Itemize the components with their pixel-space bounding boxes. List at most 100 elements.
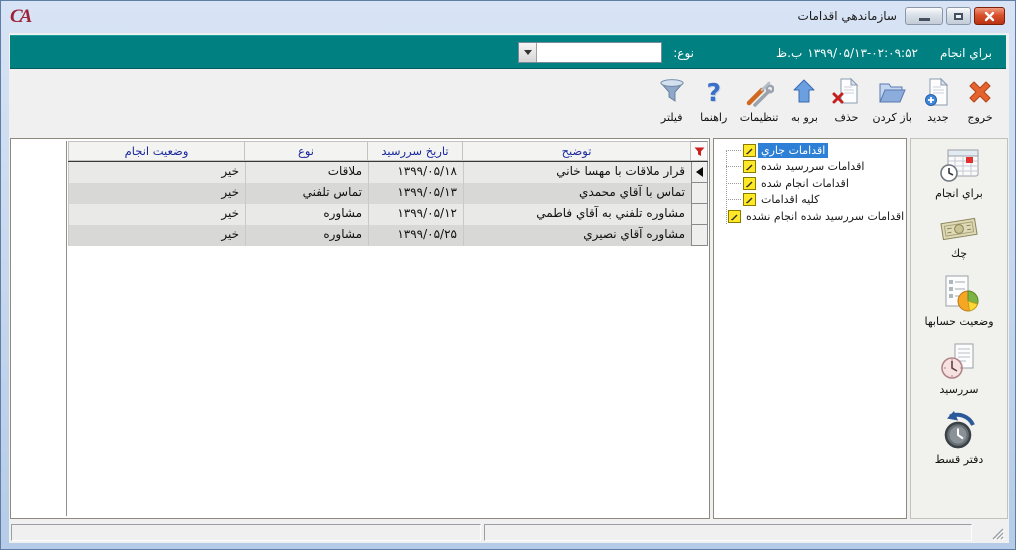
open-folder-icon (876, 76, 908, 108)
column-header-due-date[interactable]: تاريخ سررسيد (368, 141, 463, 161)
note-icon (743, 193, 756, 206)
goto-arrow-icon (788, 76, 820, 108)
banknote-icon (937, 213, 981, 245)
cell-due-date[interactable]: ۱۳۹۹/۰۵/۱۲ (368, 204, 463, 225)
filter-funnel-small-icon (694, 146, 705, 157)
header-bar: براي انجام ب.ظ ۱۳۹۹/۰۵/۱۳-۰۲:۰۹:۵۲ نوع: (10, 35, 1006, 69)
sidebar-item-due[interactable]: سررسيد (937, 341, 981, 396)
delete-icon (830, 76, 862, 108)
filter-button[interactable]: فيلتر (651, 74, 693, 126)
table-row[interactable]: تماس با آقاي محمدي ۱۳۹۹/۰۵/۱۳ تماس تلفني… (68, 183, 708, 204)
chevron-down-icon (524, 50, 532, 55)
combobox-dropdown-button[interactable] (519, 43, 537, 62)
document-clock-icon (937, 341, 981, 381)
datetime-label: ب.ظ ۱۳۹۹/۰۵/۱۳-۰۲:۰۹:۵۲ (776, 46, 918, 60)
cell-due-date[interactable]: ۱۳۹۹/۰۵/۲۵ (368, 225, 463, 246)
row-indicator (691, 225, 708, 246)
tasks-grid: توضيح تاريخ سررسيد نوع وضعيت انجام قرار … (68, 141, 708, 246)
resize-grip[interactable] (991, 527, 1005, 541)
window-title: سازماندهي اقدامات (798, 9, 897, 23)
goto-button[interactable]: برو به (783, 74, 825, 126)
close-icon (984, 11, 995, 22)
cell-due-date[interactable]: ۱۳۹۹/۰۵/۱۸ (368, 162, 463, 183)
type-label: نوع: (673, 46, 694, 60)
column-header-type[interactable]: نوع (245, 141, 368, 161)
tasks-grid-panel: توضيح تاريخ سررسيد نوع وضعيت انجام قرار … (10, 138, 710, 519)
column-header-status[interactable]: وضعيت انجام (68, 141, 245, 161)
tree-trunk-line (726, 151, 727, 224)
current-row-triangle-icon (696, 167, 703, 177)
minimize-icon (919, 18, 930, 21)
current-row-indicator (691, 162, 708, 183)
row-indicator (691, 183, 708, 204)
datetime-ampm: ب.ظ (776, 46, 802, 60)
clock-history-icon (937, 409, 981, 451)
close-button[interactable] (974, 7, 1005, 25)
delete-button[interactable]: حذف (825, 74, 867, 126)
status-segment-right (484, 524, 972, 541)
cell-due-date[interactable]: ۱۳۹۹/۰۵/۱۳ (368, 183, 463, 204)
table-row[interactable]: قرار ملاقات با مهسا خاني ۱۳۹۹/۰۵/۱۸ ملاق… (68, 162, 708, 183)
cell-status[interactable]: خير (68, 225, 245, 246)
note-icon (743, 144, 756, 157)
table-row[interactable]: مشاوره تلفني به آقاي فاطمي ۱۳۹۹/۰۵/۱۲ مش… (68, 204, 708, 225)
tree-item-due-not-done[interactable]: اقدامات سررسيد شده انجام نشده (717, 208, 903, 225)
cell-description[interactable]: مشاوره تلفني به آقاي فاطمي (463, 204, 691, 225)
filter-funnel-icon (656, 76, 688, 108)
cell-description[interactable]: قرار ملاقات با مهسا خاني (463, 162, 691, 183)
app-logo: CA (10, 6, 29, 28)
accounts-pie-icon (937, 273, 981, 313)
cell-status[interactable]: خير (68, 162, 245, 183)
type-combobox[interactable] (518, 42, 662, 63)
tree-item-due-actions[interactable]: اقدامات سررسيد شده (717, 159, 903, 176)
toolbar: خروج جديد باز كردن حذف برو به (10, 69, 1006, 138)
help-button[interactable]: ? راهنما (693, 74, 735, 126)
title-bar[interactable]: CA سازماندهي اقدامات (1, 1, 1015, 33)
grid-left-border-line (66, 141, 67, 516)
maximize-icon (954, 13, 963, 20)
open-button[interactable]: باز كردن (867, 74, 917, 126)
note-icon (743, 177, 756, 190)
datetime-digits: ۱۳۹۹/۰۵/۱۳-۰۲:۰۹:۵۲ (807, 46, 918, 60)
note-icon (743, 160, 756, 173)
type-combobox-value[interactable] (537, 43, 661, 62)
grid-filter-header-cell[interactable] (691, 141, 708, 161)
grid-header-row: توضيح تاريخ سررسيد نوع وضعيت انجام (68, 141, 708, 162)
cell-description[interactable]: مشاوره آقاي نصيري (463, 225, 691, 246)
minimize-button[interactable] (905, 7, 943, 25)
cell-status[interactable]: خير (68, 204, 245, 225)
row-indicator (691, 204, 708, 225)
tree-item-current-actions[interactable]: اقدامات جاري (717, 142, 903, 159)
cell-type[interactable]: تماس تلفني (245, 183, 368, 204)
status-bar (10, 522, 1006, 543)
cell-type[interactable]: ملاقات (245, 162, 368, 183)
calendar-clock-icon (937, 145, 981, 185)
note-icon (728, 210, 741, 223)
new-button[interactable]: جديد (917, 74, 959, 126)
status-segment-left (11, 524, 481, 541)
categories-tree: اقدامات جاري اقدامات سررسيد شده اقدامات … (717, 142, 903, 515)
tree-item-all-actions[interactable]: كليه اقدامات (717, 192, 903, 209)
exit-button[interactable]: خروج (959, 74, 1001, 126)
cell-type[interactable]: مشاوره (245, 225, 368, 246)
settings-button[interactable]: تنظيمات (735, 74, 784, 126)
sidebar-item-installment-book[interactable]: دفتر قسط (935, 409, 984, 466)
sidebar-item-accounts-status[interactable]: وضعيت حسابها (924, 273, 993, 328)
sidebar-item-todo[interactable]: براي انجام (935, 145, 983, 200)
table-row[interactable]: مشاوره آقاي نصيري ۱۳۹۹/۰۵/۲۵ مشاوره خير (68, 225, 708, 246)
cell-description[interactable]: تماس با آقاي محمدي (463, 183, 691, 204)
app-window: CA سازماندهي اقدامات براي انجام ب.ظ ۱۳۹۹… (0, 0, 1016, 550)
tree-item-done-actions[interactable]: اقدامات انجام شده (717, 175, 903, 192)
maximize-button[interactable] (946, 7, 971, 25)
cell-status[interactable]: خير (68, 183, 245, 204)
new-document-icon (922, 76, 954, 108)
help-question-icon: ? (698, 76, 730, 108)
settings-tools-icon (743, 76, 775, 108)
exit-icon (964, 76, 996, 108)
column-header-description[interactable]: توضيح (463, 141, 691, 161)
cell-type[interactable]: مشاوره (245, 204, 368, 225)
categories-tree-panel: اقدامات جاري اقدامات سررسيد شده اقدامات … (713, 138, 907, 519)
todo-status-label: براي انجام (940, 46, 992, 60)
sidebar-item-cheque[interactable]: چك (937, 213, 981, 260)
navigation-sidebar: براي انجام چك (910, 138, 1008, 519)
